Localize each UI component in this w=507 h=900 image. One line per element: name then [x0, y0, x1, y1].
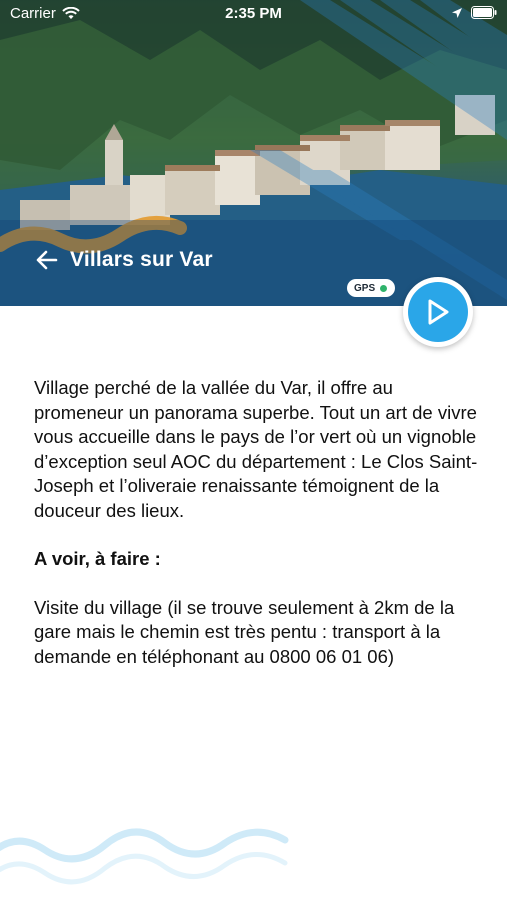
page-title: Villars sur Var	[70, 248, 213, 271]
description-content: Village perché de la vallée du Var, il o…	[34, 376, 479, 669]
description-text: Village perché de la vallée du Var, il o…	[34, 377, 478, 521]
section-heading: A voir, à faire :	[34, 548, 161, 569]
play-button-inner	[408, 282, 468, 342]
status-time: 2:35 PM	[225, 5, 282, 22]
decorative-waves	[0, 828, 289, 885]
hero-image: Carrier 2:35 PM Villars sur Var GPS	[0, 0, 507, 306]
play-button[interactable]	[403, 277, 473, 347]
section-text: Visite du village (il se trouve seulemen…	[34, 596, 455, 667]
gps-label: GPS	[354, 282, 376, 294]
gps-status-dot	[380, 284, 388, 292]
play-icon	[428, 299, 449, 325]
gps-badge: GPS	[347, 279, 396, 297]
status-bar: Carrier 2:35 PM	[0, 0, 507, 28]
battery-icon	[471, 6, 497, 19]
title-row: Villars sur Var	[34, 247, 213, 273]
back-arrow-icon[interactable]	[34, 247, 60, 273]
status-right	[451, 6, 497, 19]
location-arrow-icon	[452, 7, 462, 18]
